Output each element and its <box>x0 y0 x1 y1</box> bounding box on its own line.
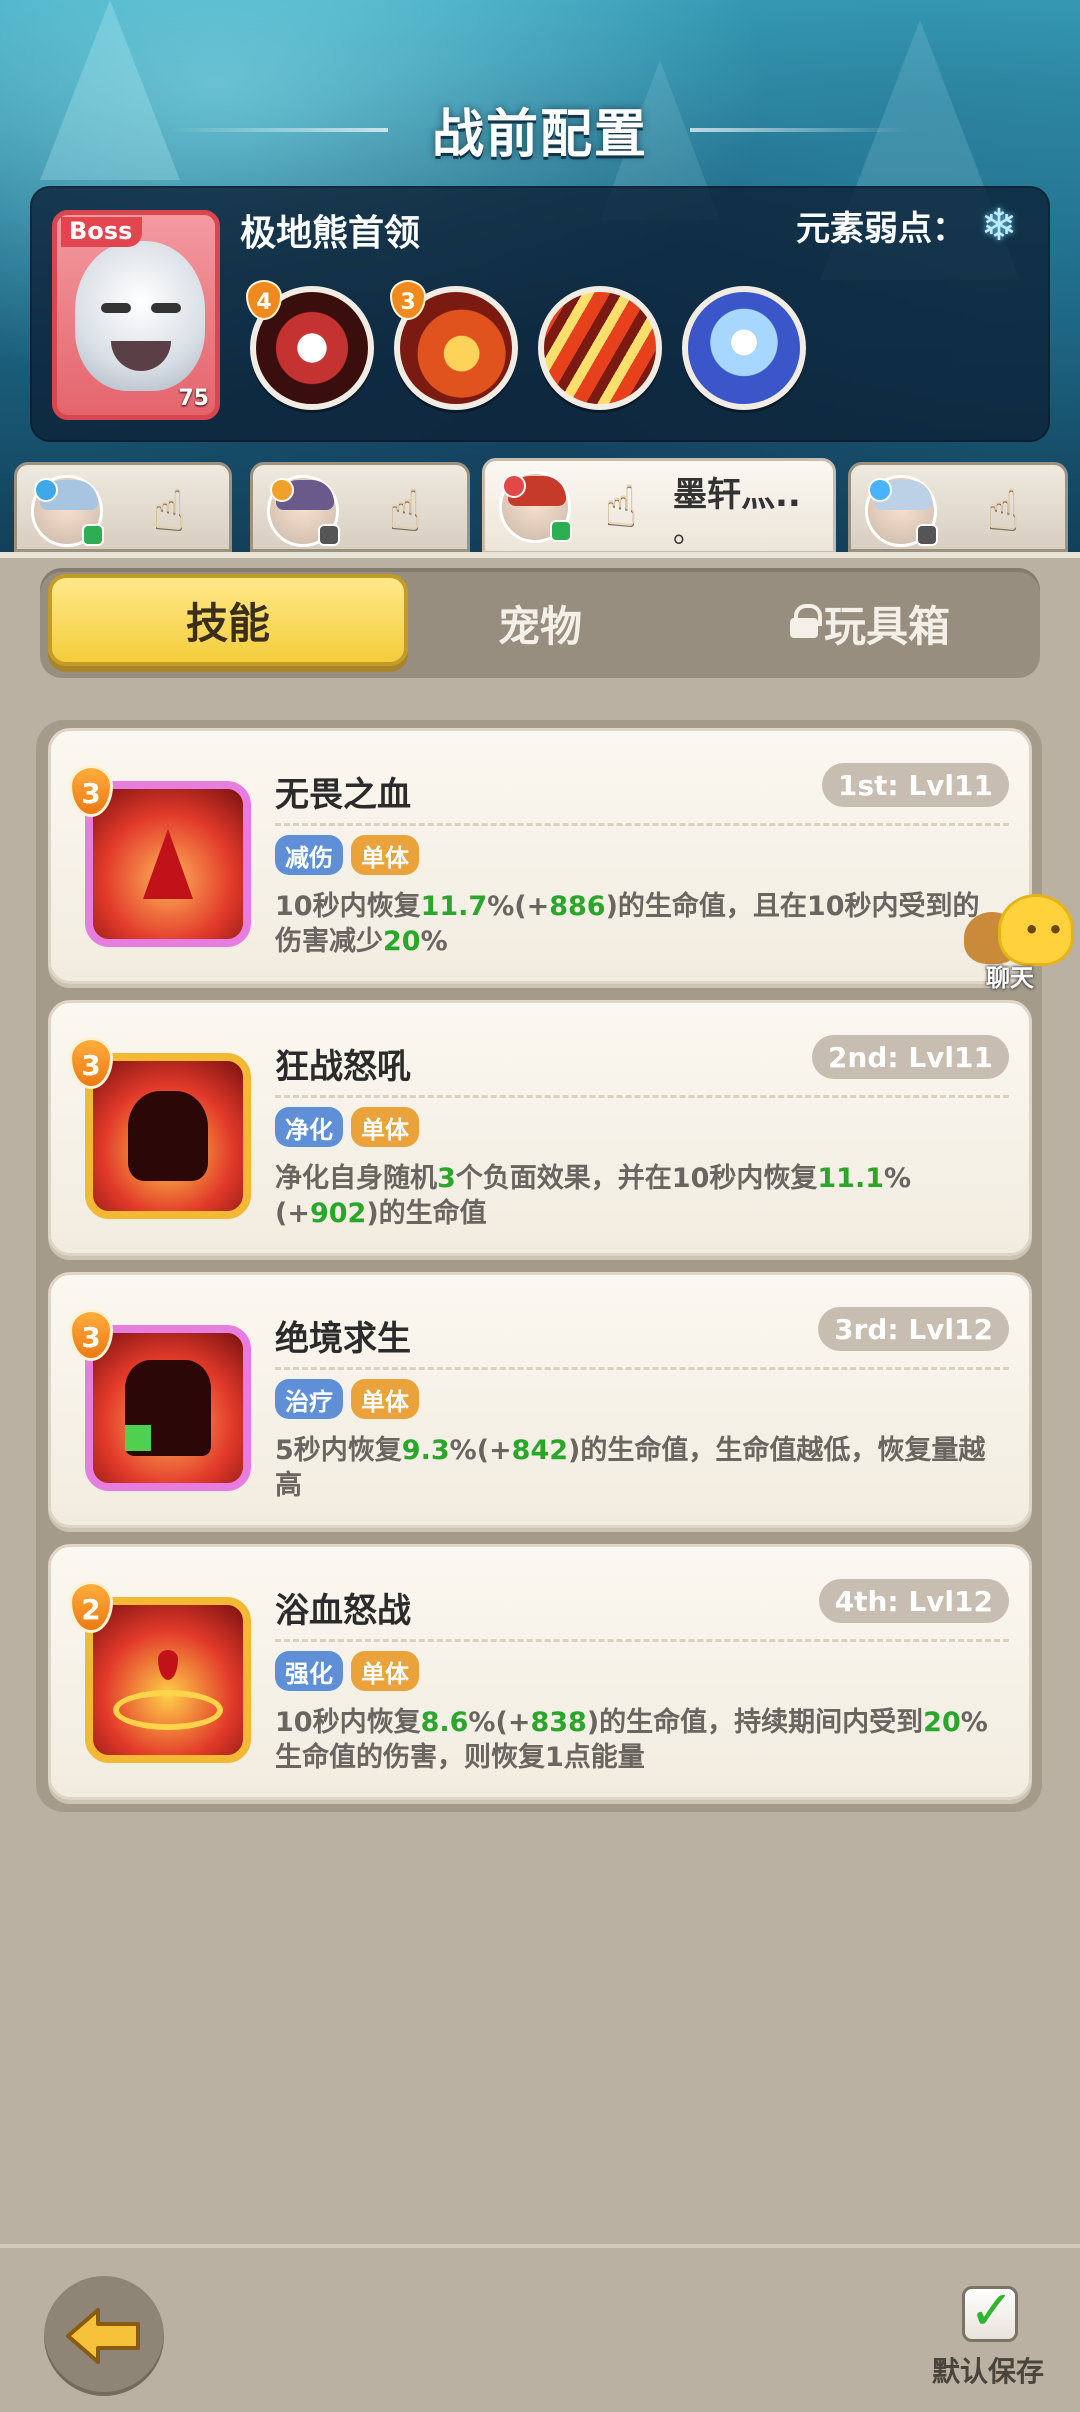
hero-tab-2[interactable]: ☝ <box>250 462 470 552</box>
checkmark-icon: ✓ <box>969 2279 1015 2342</box>
tap-hand-icon: ☝ <box>985 478 1021 543</box>
tap-hand-icon: ☝ <box>603 474 639 539</box>
polar-bear-avatar <box>75 241 205 391</box>
category-tab-bar: 技能 宠物 玩具箱 <box>40 568 1040 678</box>
back-arrow-icon <box>66 2308 140 2364</box>
hero-tab-3-active[interactable]: ☝ 墨轩灬.. 。 <box>482 458 836 554</box>
skill-level-badge: 1st: Lvl11 <box>821 763 1009 807</box>
hero-tab-1[interactable]: ☝ <box>14 462 232 552</box>
tap-hand-icon: ☝ <box>387 478 423 543</box>
boss-panel: Boss 75 极地熊首领 元素弱点： ❄ 4 3 <box>30 186 1050 442</box>
snowflake-icon: ❄ <box>980 199 1018 251</box>
element-weakness: 元素弱点： ❄ <box>796 199 1024 251</box>
save-label: 默认保存 <box>932 2355 1045 2388</box>
tab-toybox-label: 玩具箱 <box>823 601 950 651</box>
skill-description: 净化自身随机3个负面效果，并在10秒内恢复11.1%(+902)的生命值 <box>275 1163 912 1229</box>
save-checkbox[interactable]: ✓ <box>962 2279 1018 2342</box>
default-save-toggle[interactable]: ✓ 默认保存 <box>932 2279 1062 2396</box>
boss-portrait[interactable]: Boss 75 <box>52 210 220 420</box>
claw-slash-skill-icon[interactable] <box>538 286 662 410</box>
skill-tag: 治疗 <box>275 1379 343 1419</box>
skill-tag: 净化 <box>275 1107 343 1147</box>
boss-tag: Boss <box>61 217 143 247</box>
divider <box>275 1367 1009 1370</box>
divider <box>275 1095 1009 1098</box>
skill-tag: 单体 <box>351 1651 419 1691</box>
skill-name: 浴血怒战 <box>275 1591 411 1631</box>
roaring-warrior-skill-icon <box>85 1053 251 1219</box>
skill-card[interactable]: 3 狂战怒吼 2nd: Lvl11 净化 单体 净化自身随机3个负面效果，并在1… <box>48 1000 1032 1256</box>
boss-level: 75 <box>178 386 209 411</box>
skill-description: 5秒内恢复9.3%(+842)的生命值，生命值越低，恢复量越高 <box>275 1435 986 1501</box>
tab-pets[interactable]: 宠物 <box>400 568 680 678</box>
hero-avatar <box>865 475 938 547</box>
lock-icon <box>789 604 822 638</box>
divider <box>275 823 1009 826</box>
hero-tab-4[interactable]: ☝ <box>848 462 1068 552</box>
hero-name-line2: 。 <box>673 515 703 550</box>
skill-tag: 单体 <box>351 1379 419 1419</box>
page-title: 战前配置 <box>431 105 648 165</box>
skill-tag: 单体 <box>351 1107 419 1147</box>
skill-card[interactable]: 3 无畏之血 1st: Lvl11 减伤 单体 10秒内恢复11.7%(+886… <box>48 728 1032 984</box>
blood-rain-skill-icon <box>85 1597 251 1763</box>
hero-avatar <box>31 475 104 547</box>
survival-skill-icon <box>85 1325 251 1491</box>
skill-tag: 强化 <box>275 1651 343 1691</box>
skill-description: 10秒内恢复8.6%(+838)的生命值，持续期间内受到20%生命值的伤害，则恢… <box>275 1707 988 1773</box>
chat-label: 聊天 <box>986 964 1034 992</box>
skill-level-badge: 2nd: Lvl11 <box>811 1035 1009 1079</box>
blood-drop-skill-icon <box>85 781 251 947</box>
tap-hand-icon: ☝ <box>151 478 187 543</box>
ice-crystal-skill-icon[interactable] <box>682 286 806 410</box>
weakness-label: 元素弱点： <box>796 208 966 249</box>
skill-name: 狂战怒吼 <box>275 1047 411 1087</box>
tab-skills[interactable]: 技能 <box>48 574 408 666</box>
skill-card[interactable]: 2 浴血怒战 4th: Lvl12 强化 单体 10秒内恢复8.6%(+838)… <box>48 1544 1032 1800</box>
divider <box>275 1639 1009 1642</box>
chat-button[interactable]: • • 聊天 <box>964 888 1080 998</box>
skill-name: 绝境求生 <box>275 1319 411 1359</box>
skill-level-badge: 4th: Lvl12 <box>818 1579 1009 1623</box>
skill-level-badge: 3rd: Lvl12 <box>818 1307 1009 1351</box>
skill-name: 无畏之血 <box>275 775 411 815</box>
hero-avatar <box>499 471 572 543</box>
back-button[interactable] <box>44 2276 164 2396</box>
boss-name: 极地熊首领 <box>240 213 421 254</box>
skill-description: 10秒内恢复11.7%(+886)的生命值，且在10秒内受到的伤害减少20% <box>275 891 980 957</box>
skill-tag: 减伤 <box>275 835 343 875</box>
tab-toybox[interactable]: 玩具箱 <box>720 568 1020 678</box>
skill-card[interactable]: 3 绝境求生 3rd: Lvl12 治疗 单体 5秒内恢复9.3%(+842)的… <box>48 1272 1032 1528</box>
skill-tag: 单体 <box>351 835 419 875</box>
hero-avatar <box>267 475 340 547</box>
